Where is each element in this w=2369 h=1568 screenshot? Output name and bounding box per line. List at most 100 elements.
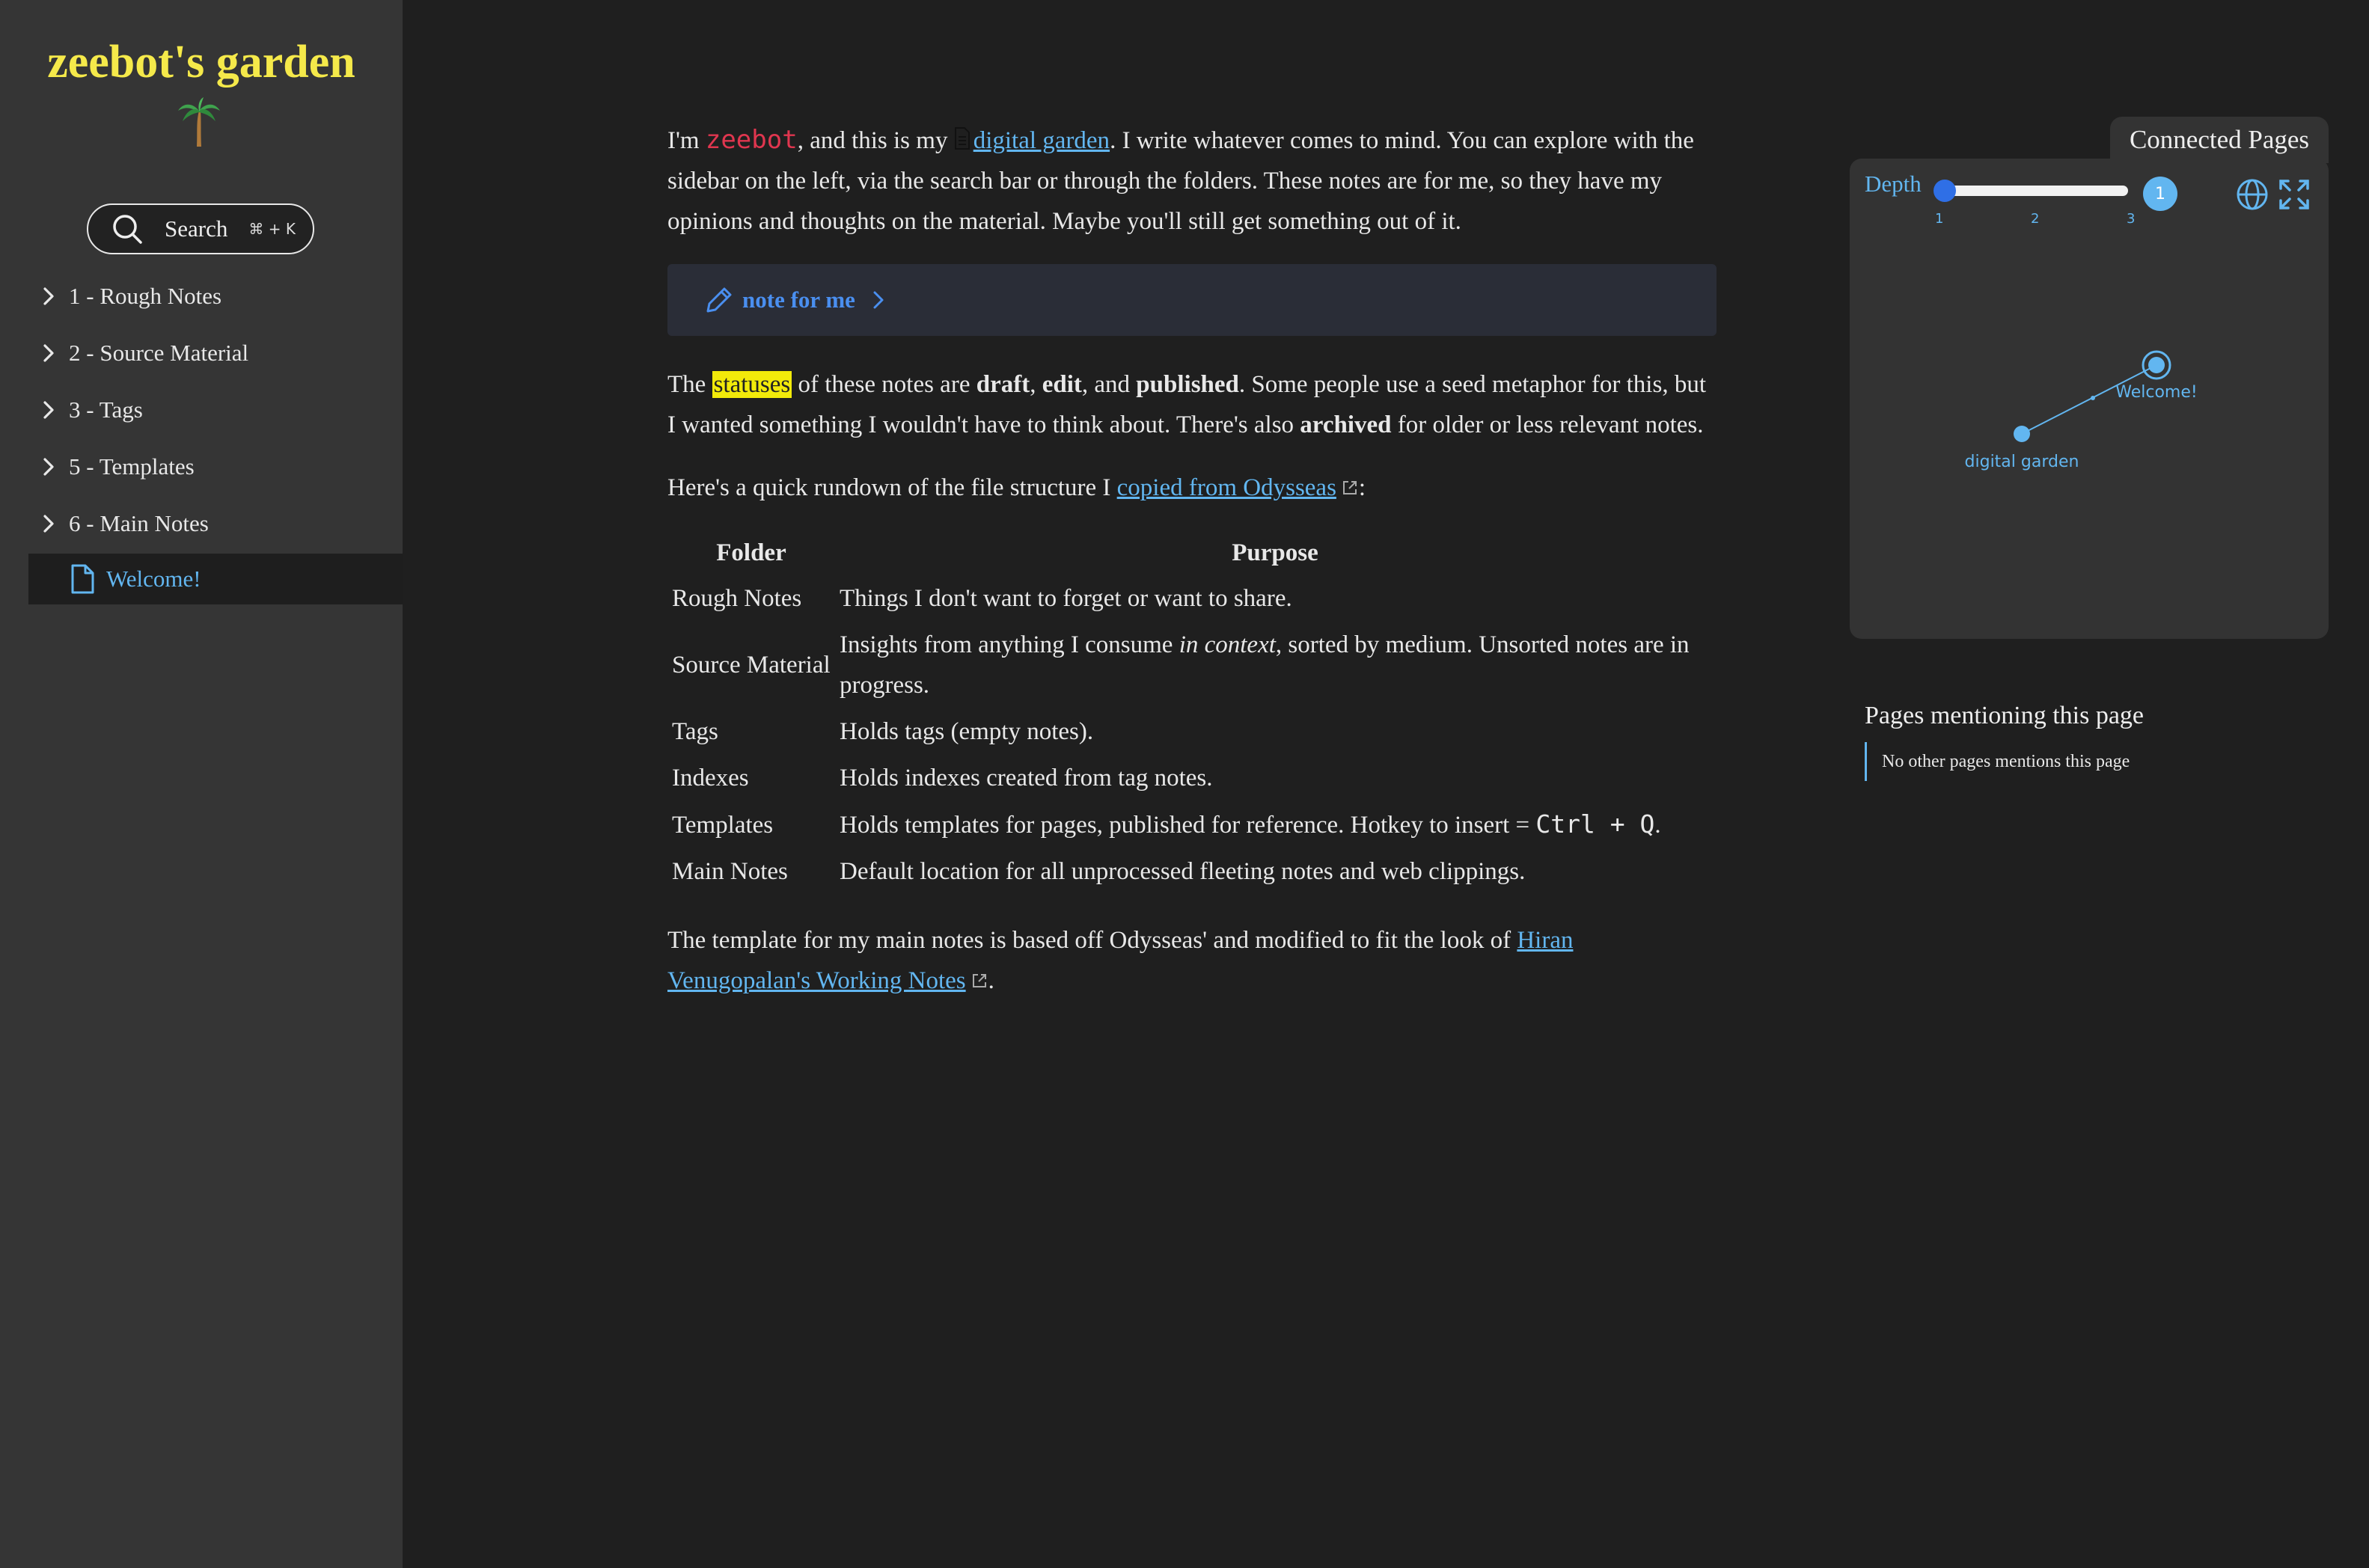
backlinks-empty-text: No other pages mentions this page bbox=[1882, 751, 2130, 771]
table-row: Tags Holds tags (empty notes). bbox=[667, 708, 1715, 755]
folder-tree: 1 - Rough Notes 2 - Source Material 3 - … bbox=[28, 268, 403, 604]
bold-text: edit bbox=[1042, 371, 1082, 398]
table-cell-purpose: Holds templates for pages, published for… bbox=[835, 801, 1715, 848]
search-label: Search bbox=[165, 215, 228, 242]
tree-folder-tags[interactable]: 3 - Tags bbox=[28, 382, 403, 438]
site-title[interactable]: zeebot's garden bbox=[0, 36, 403, 89]
statuses-paragraph: The statuses of these notes are draft, e… bbox=[667, 364, 1717, 445]
bold-text: published bbox=[1136, 371, 1239, 398]
bold-text: draft bbox=[976, 371, 1030, 398]
rundown-text: : bbox=[1358, 474, 1366, 501]
rundown-text: Here's a quick rundown of the file struc… bbox=[667, 474, 1117, 501]
purpose-text: . bbox=[1654, 812, 1661, 839]
rundown-paragraph: Here's a quick rundown of the file struc… bbox=[667, 468, 1717, 508]
graph-canvas[interactable]: Welcome! digital garden bbox=[1850, 159, 2329, 639]
tree-folder-rough-notes[interactable]: 1 - Rough Notes bbox=[28, 268, 403, 325]
chevron-right-icon bbox=[43, 287, 54, 305]
table-cell-folder: Templates bbox=[672, 811, 774, 839]
tree-folder-main-notes[interactable]: 6 - Main Notes bbox=[28, 495, 403, 552]
pencil-icon bbox=[706, 287, 732, 313]
chevron-right-icon bbox=[43, 344, 54, 362]
intro-text: I'm bbox=[667, 127, 706, 154]
highlighted-text: statuses bbox=[712, 371, 792, 398]
fullscreen-icon[interactable] bbox=[2278, 178, 2311, 211]
depth-slider-thumb[interactable] bbox=[1934, 180, 1956, 202]
inline-code: zeebot bbox=[705, 125, 798, 155]
tree-file-label: Welcome! bbox=[106, 566, 201, 592]
chevron-right-icon bbox=[43, 515, 54, 533]
file-icon bbox=[71, 564, 94, 594]
table-row: Rough Notes Things I don't want to forge… bbox=[667, 575, 1715, 622]
table-cell-purpose: Default location for all unprocessed fle… bbox=[840, 858, 1526, 885]
depth-tick: 1 bbox=[1935, 211, 1944, 227]
tree-folder-label: 5 - Templates bbox=[69, 453, 195, 480]
graph-node-welcome[interactable] bbox=[2148, 357, 2165, 373]
depth-tick: 2 bbox=[2031, 211, 2040, 227]
external-link-icon bbox=[1342, 481, 1357, 494]
search-button[interactable]: Search ⌘ + K bbox=[87, 203, 314, 254]
purpose-text: Insights from anything I consume bbox=[840, 631, 1179, 658]
document-icon bbox=[954, 127, 970, 150]
sidebar: zeebot's garden Search ⌘ + K 1 - Rough N… bbox=[0, 0, 403, 1568]
tree-folder-source-material[interactable]: 2 - Source Material bbox=[28, 325, 403, 382]
chevron-right-icon bbox=[43, 458, 54, 476]
tree-folder-templates[interactable]: 5 - Templates bbox=[28, 438, 403, 495]
table-cell-purpose: Things I don't want to forget or want to… bbox=[840, 585, 1292, 612]
backlinks-title: Pages mentioning this page bbox=[1865, 702, 2145, 729]
note-for-me-callout[interactable]: note for me bbox=[667, 264, 1717, 336]
table-cell-purpose: Holds tags (empty notes). bbox=[840, 718, 1094, 745]
graph-node-label: digital garden bbox=[1965, 453, 2079, 471]
chevron-right-icon bbox=[43, 401, 54, 419]
table-cell-purpose: Holds indexes created from tag notes. bbox=[840, 765, 1213, 791]
folder-table: Folder Purpose Rough Notes Things I don'… bbox=[667, 530, 1715, 895]
bold-text: archived bbox=[1300, 411, 1392, 438]
external-link-icon bbox=[972, 974, 986, 987]
statuses-text: , and bbox=[1081, 371, 1137, 398]
chevron-right-icon bbox=[873, 291, 884, 309]
callout-title: note for me bbox=[742, 287, 855, 313]
footer-paragraph: The template for my main notes is based … bbox=[667, 920, 1717, 1001]
table-row: Source Material Insights from anything I… bbox=[667, 622, 1715, 708]
depth-value: 1 bbox=[2143, 177, 2177, 211]
depth-slider[interactable] bbox=[1948, 186, 2128, 196]
tree-file-welcome[interactable]: Welcome! bbox=[28, 554, 403, 604]
table-cell-folder: Indexes bbox=[672, 765, 749, 791]
depth-label: Depth bbox=[1865, 171, 1922, 197]
note-content: I'm zeebot, and this is my digital garde… bbox=[667, 120, 1717, 1023]
tree-folder-label: 2 - Source Material bbox=[69, 340, 249, 366]
table-cell-folder: Source Material bbox=[672, 652, 831, 679]
connected-pages-tab[interactable]: Connected Pages bbox=[2110, 117, 2329, 163]
purpose-text: Holds templates for pages, published for… bbox=[840, 812, 1536, 839]
search-shortcut: ⌘ + K bbox=[248, 220, 296, 238]
graph-edge-marker bbox=[2091, 396, 2095, 400]
graph-panel[interactable]: Welcome! digital garden Depth 1 1 2 3 bbox=[1850, 159, 2329, 639]
intro-text: , and this is my bbox=[797, 127, 954, 154]
backlinks-empty: No other pages mentions this page bbox=[1865, 742, 2130, 781]
tree-folder-label: 6 - Main Notes bbox=[69, 510, 209, 536]
palm-tree-icon bbox=[178, 97, 220, 147]
graph-node-label: Welcome! bbox=[2115, 383, 2197, 402]
globe-icon[interactable] bbox=[2234, 177, 2270, 212]
statuses-text: , bbox=[1030, 371, 1042, 398]
odysseas-link[interactable]: copied from Odysseas bbox=[1117, 474, 1336, 501]
table-row: Templates Holds templates for pages, pub… bbox=[667, 801, 1715, 848]
tree-folder-label: 1 - Rough Notes bbox=[69, 283, 222, 309]
graph-node-digital-garden[interactable] bbox=[2014, 426, 2030, 442]
table-cell-folder: Tags bbox=[672, 718, 718, 745]
inline-code: Ctrl + Q bbox=[1535, 809, 1655, 839]
table-cell-purpose: Insights from anything I consume in cont… bbox=[835, 622, 1715, 708]
table-cell-folder: Rough Notes bbox=[672, 585, 802, 612]
table-header-folder: Folder bbox=[716, 539, 786, 566]
search-icon bbox=[113, 215, 142, 244]
table-row: Indexes Holds indexes created from tag n… bbox=[667, 755, 1715, 801]
statuses-text: for older or less relevant notes. bbox=[1391, 411, 1704, 438]
digital-garden-link[interactable]: digital garden bbox=[973, 127, 1110, 154]
intro-paragraph: I'm zeebot, and this is my digital garde… bbox=[667, 120, 1717, 242]
tree-folder-label: 3 - Tags bbox=[69, 396, 143, 423]
depth-tick: 3 bbox=[2127, 211, 2136, 227]
table-cell-folder: Main Notes bbox=[672, 858, 788, 885]
italic-text: in context bbox=[1179, 631, 1276, 658]
footer-text: The template for my main notes is based … bbox=[667, 927, 1517, 954]
table-row: Main Notes Default location for all unpr… bbox=[667, 848, 1715, 895]
table-header-purpose: Purpose bbox=[1232, 539, 1318, 566]
